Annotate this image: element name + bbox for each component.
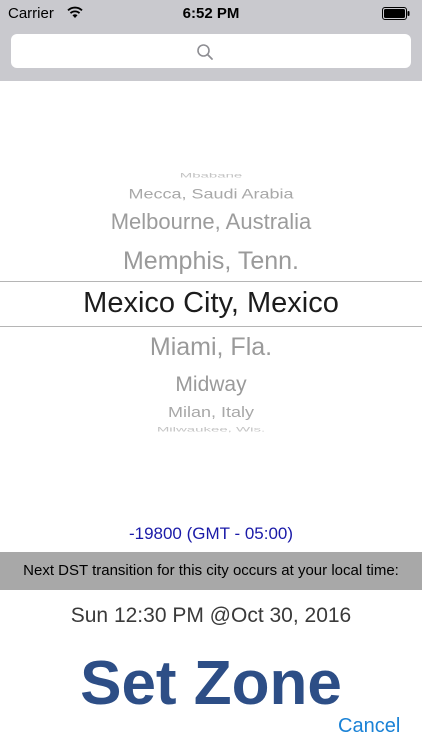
picker-item[interactable]: Memphis, Tenn. [0,249,422,274]
dst-banner: Next DST transition for this city occurs… [0,552,422,590]
cancel-button[interactable]: Cancel [338,715,400,738]
picker-item[interactable]: Mecca, Saudi Arabia [0,187,422,201]
battery-icon [382,7,410,20]
dst-transition-time: Sun 12:30 PM @Oct 30, 2016 [70,604,352,627]
picker-item[interactable]: Milwaukee, Wis. [0,426,422,433]
search-icon [197,44,213,60]
search-bar [0,28,422,81]
picker-item[interactable]: Milan, Italy [0,405,422,419]
picker-selection-bottom-line [0,326,422,327]
status-time: 6:52 PM [182,5,240,22]
city-picker[interactable]: Mbabane Mecca, Saudi Arabia Melbourne, A… [0,82,422,462]
picker-item[interactable]: Mbabane [0,172,422,179]
picker-item[interactable]: Miami, Fla. [0,335,422,360]
picker-item[interactable]: Melbourne, Australia [0,211,422,233]
picker-item[interactable]: Midway [0,374,422,395]
set-zone-button[interactable]: Set Zone [0,648,422,720]
gmt-offset-label: -19800 (GMT - 05:00) [128,524,294,543]
picker-item-selected[interactable]: Mexico City, Mexico [0,289,422,318]
picker-selection-top-line [0,281,422,282]
status-bar: Carrier 6:52 PM [0,0,422,28]
